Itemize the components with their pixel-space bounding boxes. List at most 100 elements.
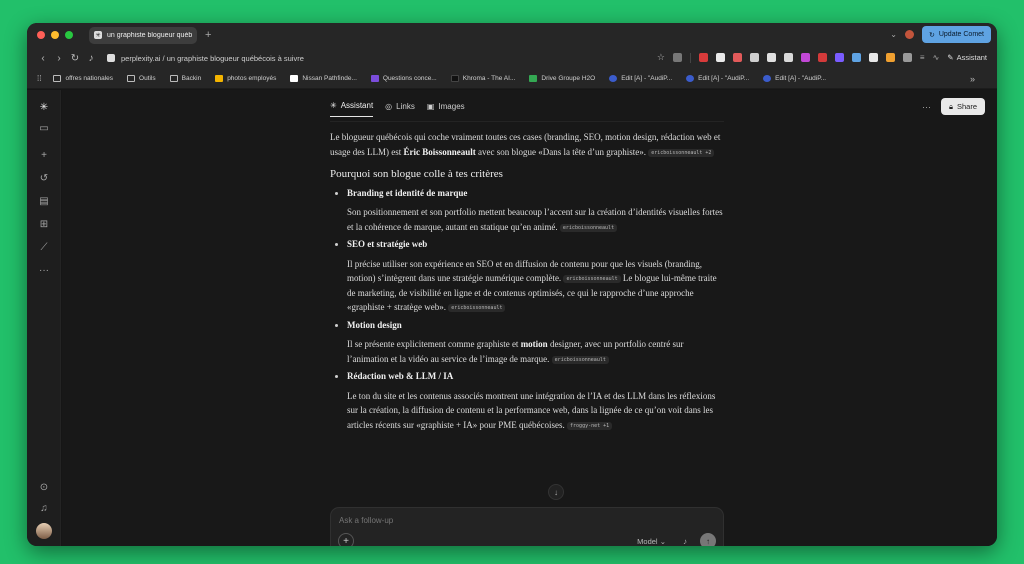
finance-chart-icon[interactable]: ⟋ — [37, 240, 51, 254]
scroll-down-arrow-icon[interactable]: ↓ — [548, 484, 564, 500]
list-item-title: Rédaction web & LLM / IA — [347, 371, 454, 381]
edit-icon — [609, 75, 618, 82]
answer-highlight-name: Éric Boissonneault — [403, 146, 476, 157]
tabbar-right: ⌄ ↻ Update Comet — [890, 26, 991, 43]
bookmark-item[interactable]: Questions conce... — [370, 75, 437, 82]
tab-links[interactable]: ◎ Links — [385, 101, 415, 117]
extension-camera-icon[interactable] — [783, 53, 793, 62]
answer-content: Le blogueur québécois qui coche vraiment… — [330, 130, 724, 432]
avatar[interactable] — [36, 523, 52, 539]
back-arrow-icon[interactable]: ‹ — [35, 53, 51, 64]
citation-chip[interactable]: ericboissonneault — [551, 355, 609, 364]
list-item: Branding et identité de marque Son posit… — [330, 186, 724, 235]
tab-assistant[interactable]: ✳ Assistant — [330, 101, 374, 117]
update-comet-button[interactable]: ↻ Update Comet — [921, 26, 991, 43]
extension-pin-icon[interactable] — [732, 53, 742, 62]
extension-pen-icon[interactable] — [715, 53, 725, 62]
share-page-icon[interactable] — [672, 53, 682, 62]
forward-arrow-icon[interactable]: › — [51, 53, 67, 64]
citation-chip[interactable]: ericboissonneault — [563, 275, 621, 283]
new-tab-button[interactable]: + — [205, 29, 211, 41]
extension-d-icon[interactable] — [834, 53, 844, 62]
download-icon[interactable]: ⊙ — [37, 480, 51, 494]
bookmark-item[interactable]: photos employés — [215, 75, 276, 82]
bullet-dot — [335, 375, 338, 378]
citation-chip[interactable]: ericboissonneault +2 — [648, 148, 715, 157]
history-icon[interactable]: ↺ — [37, 171, 51, 185]
new-thread-icon[interactable]: + — [37, 148, 51, 162]
extension-download-icon[interactable] — [800, 53, 810, 62]
profile-icon[interactable] — [904, 30, 914, 39]
extension-s-icon[interactable] — [817, 53, 827, 62]
browser-window: ✳ un graphiste blogueur québé + ⌄ ↻ Upda… — [27, 23, 997, 546]
bookmark-item[interactable]: Backin — [169, 75, 201, 82]
bookmark-item[interactable]: Khroma - The AI... — [450, 75, 515, 82]
assistant-label: Assistant — [956, 53, 987, 62]
extension-cloud-icon[interactable] — [885, 53, 895, 62]
extension-grid-icon[interactable] — [766, 53, 776, 62]
extension-dropper-icon[interactable] — [851, 53, 861, 62]
divider — [330, 121, 724, 122]
bookmark-item[interactable]: Nissan Pathfinde... — [290, 75, 357, 82]
citation-chip[interactable]: ericboissonneault — [559, 223, 618, 232]
microphone-icon[interactable]: ♪ — [83, 53, 99, 64]
list-item-body: Le ton du site et les contenus associés … — [347, 390, 716, 430]
site-icon — [107, 54, 115, 62]
tab-list-chevron-icon[interactable]: ⌄ — [890, 30, 897, 39]
bookmark-star-icon[interactable]: ☆ — [657, 52, 665, 63]
notifications-bell-icon[interactable]: ♫ — [37, 501, 51, 515]
update-comet-label: Update Comet — [938, 31, 984, 38]
follow-up-input[interactable] — [339, 516, 639, 525]
citation-chip[interactable]: ericboissonneault — [448, 304, 506, 312]
share-button[interactable]: 🔒︎ Share — [940, 98, 985, 115]
bookmark-item[interactable]: Outils — [127, 75, 156, 82]
refresh-icon: ↻ — [928, 31, 935, 39]
more-icon[interactable]: ··· — [37, 263, 51, 277]
bookmark-item[interactable]: Edit [A] - "AudiP... — [609, 75, 672, 82]
reload-icon[interactable]: ↻ — [67, 53, 83, 64]
list-item-title: Branding et identité de marque — [347, 187, 468, 198]
answer-heading: Pourquoi son blogue colle à tes critères — [330, 168, 503, 180]
bookmark-item[interactable]: Edit [A] - "AudiP... — [763, 75, 826, 82]
folder-icon — [127, 75, 136, 82]
perplexity-logo-icon[interactable]: ✳ — [37, 100, 51, 114]
microphone-icon[interactable]: ♪ — [683, 537, 687, 546]
drive-icon — [215, 75, 224, 82]
send-arrow-icon[interactable]: ↑ — [700, 533, 716, 546]
thread-more-icon[interactable]: ··· — [922, 102, 931, 112]
list-item-body: Il précise utiliser son expérience en SE… — [347, 258, 717, 312]
sidebar-toggle-icon[interactable]: ▭ — [37, 121, 51, 135]
bullet-dot — [335, 191, 338, 195]
audio-wave-icon[interactable]: ∿ — [933, 53, 940, 62]
tab-images[interactable]: ▣ Images — [427, 101, 465, 117]
extension-card-icon[interactable] — [749, 53, 759, 62]
extension-red-icon[interactable] — [698, 53, 708, 62]
menu-icon[interactable]: ≡ — [920, 53, 925, 62]
assistant-button[interactable]: ✎ Assistant — [947, 53, 987, 62]
close-window-button[interactable] — [37, 31, 45, 39]
list-item-body: Il se présente explicitement comme graph… — [347, 339, 684, 364]
extension-u-icon[interactable] — [868, 53, 878, 62]
drive-icon — [529, 75, 538, 82]
list-item-body: Son positionnement et son portfolio mett… — [347, 207, 723, 232]
url-field[interactable]: perplexity.ai / un graphiste blogueur qu… — [107, 54, 304, 63]
maximize-window-button[interactable] — [65, 31, 73, 39]
follow-up-composer: + Model ⌄ ♪ ↑ — [330, 507, 724, 546]
model-selector[interactable]: Model ⌄ — [637, 537, 666, 546]
library-icon[interactable]: ▤ — [37, 194, 51, 208]
bookmark-item[interactable]: offres nationales — [53, 75, 113, 82]
citation-chip[interactable]: froggy-net +1 — [567, 421, 613, 430]
bookmark-item[interactable]: Drive Groupe H2O — [529, 75, 595, 82]
minimize-window-button[interactable] — [51, 31, 59, 39]
more-bookmarks-icon[interactable]: » — [970, 74, 975, 84]
spaces-icon[interactable]: ⊞ — [37, 217, 51, 231]
globe-icon: ◎ — [385, 101, 393, 111]
tab-bar: ✳ un graphiste blogueur québé + ⌄ ↻ Upda… — [27, 23, 997, 47]
form-icon — [370, 75, 379, 82]
apps-grid-icon[interactable]: ⁞⁞ — [37, 74, 41, 83]
list-item: SEO et stratégie web Il précise utiliser… — [330, 237, 724, 315]
browser-tab[interactable]: ✳ un graphiste blogueur québé — [89, 26, 197, 44]
bookmark-item[interactable]: Edit [A] - "AudiP... — [686, 75, 749, 82]
attach-plus-icon[interactable]: + — [338, 533, 354, 546]
extensions-puzzle-icon[interactable] — [902, 53, 912, 62]
